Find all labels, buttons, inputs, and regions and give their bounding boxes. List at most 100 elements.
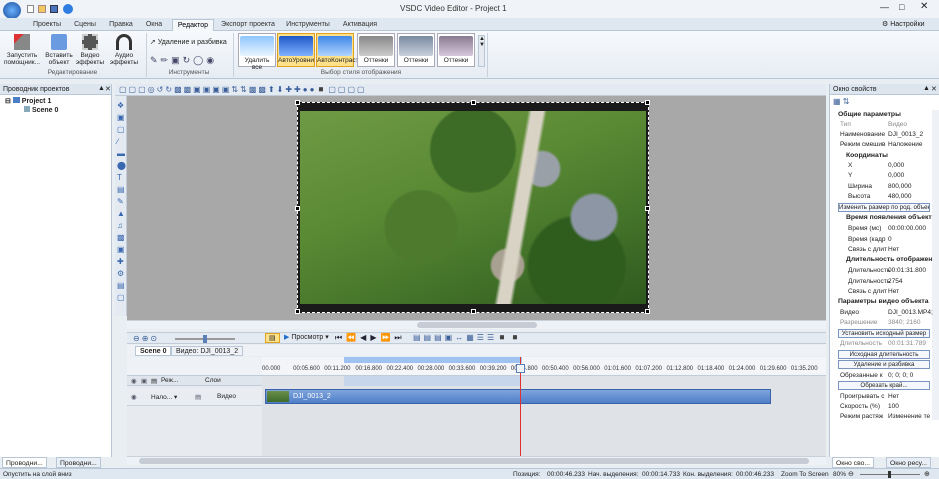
zoom-out-icon[interactable]: ⊖ — [848, 470, 854, 478]
eye-icon[interactable]: ◉ — [131, 377, 137, 385]
resize-handle[interactable] — [645, 206, 650, 211]
tool-icons[interactable]: ✎✏▣↻◯◉ — [150, 55, 217, 66]
transport-controls[interactable]: ⏮⏪◀▶⏩⏭ — [335, 333, 406, 343]
quick-new-icon[interactable] — [27, 5, 34, 13]
prop-link[interactable]: Связь с длит Нет — [838, 245, 933, 255]
tab-scenes[interactable]: Сцены — [70, 19, 100, 31]
resize-handle[interactable] — [295, 206, 300, 211]
tab-video-object[interactable]: Видео: DJI_0013_2 — [171, 346, 244, 356]
resize-handle[interactable] — [471, 100, 476, 105]
style-tint-3[interactable]: Оттенки — [437, 33, 475, 67]
prop-height[interactable]: Высота 480,000 — [838, 192, 933, 202]
timeline-ruler[interactable]: 00.000 00:05.600 00:11.200 00:16.800 00:22.4… — [262, 357, 826, 376]
style-gallery-scroll[interactable]: ▲ ▼ — [478, 35, 485, 67]
prop-link2[interactable]: Связь с длит Нет — [838, 287, 933, 297]
fit-button[interactable]: ▤ — [265, 333, 280, 343]
prop-stretch[interactable]: Режим растяж Изменение те — [838, 412, 933, 422]
zoom-in-icon[interactable]: ⊕ — [924, 470, 930, 478]
run-wizard-button[interactable]: Запустить помощник... — [2, 34, 42, 66]
appear-section[interactable]: Время появления объект — [846, 213, 939, 223]
tab-project-explorer[interactable]: Проводни... — [2, 457, 47, 468]
zoom-icons[interactable]: ⊖⊕⊙ — [133, 334, 159, 343]
audio-effects-button[interactable]: Аудио эффекты — [107, 34, 141, 66]
video-section[interactable]: Параметры видео объекта — [838, 297, 933, 307]
timeline-tool-icons[interactable]: ▤▤▤▣↔▦☰☰◾◾ — [413, 333, 523, 342]
zoom-to-screen[interactable]: Zoom To Screen — [781, 471, 829, 478]
general-section[interactable]: Общие параметры — [838, 110, 933, 120]
minimize-button[interactable]: — — [880, 2, 889, 12]
tab-objects-explorer[interactable]: Проводни... — [56, 457, 101, 468]
quick-play-icon[interactable] — [63, 4, 73, 14]
prop-duration-ms[interactable]: Длительность 00:01:31.800 — [838, 266, 933, 276]
prop-crop[interactable]: Обрезанные к 0; 0; 0; 0 — [838, 371, 933, 381]
zoom-status-thumb[interactable] — [888, 471, 891, 478]
selection-range[interactable] — [344, 357, 522, 363]
quick-save-icon[interactable] — [50, 5, 58, 13]
close-icon[interactable]: ✕ — [105, 85, 111, 93]
eye-icon[interactable]: ◉ — [131, 393, 137, 401]
zoom-slider[interactable] — [175, 335, 235, 343]
sort-icons[interactable]: ▦ ⇅ — [833, 97, 849, 106]
zoom-slider-thumb[interactable] — [203, 335, 207, 343]
prop-time-ms[interactable]: Время (мс) 00:00:00.000 — [838, 224, 933, 234]
prop-y[interactable]: Y 0,000 — [838, 171, 933, 181]
video-track-header[interactable]: ◉ Нало... ▾ ▤ Видео — [127, 388, 262, 406]
tab-resources-window[interactable]: Окно ресу... — [886, 457, 932, 468]
timeline-hscroll[interactable] — [127, 456, 826, 465]
tree-scene[interactable]: Scene 0 — [24, 106, 58, 114]
zoom-status-slider[interactable] — [860, 471, 920, 478]
set-original-size-button[interactable]: Установить исходный размер — [838, 329, 930, 338]
prop-time-frame[interactable]: Время (кадр 0 — [838, 235, 933, 245]
video-effects-button[interactable]: Видео эффекты — [75, 34, 105, 66]
style-tint-1[interactable]: Оттенки — [357, 33, 395, 67]
maximize-button[interactable]: □ — [899, 2, 904, 12]
close-icon[interactable]: ✕ — [931, 85, 937, 93]
lock-icon[interactable]: ▣ — [141, 377, 147, 385]
prop-video-file[interactable]: Видео DJI_0013.MP4; — [838, 308, 933, 318]
insert-object-button[interactable]: Вставить объект — [44, 34, 74, 66]
tab-tools[interactable]: Инструменты — [283, 19, 333, 31]
prop-width[interactable]: Ширина 800,000 — [838, 182, 933, 192]
prop-play-from[interactable]: Проигрывать с Нет — [838, 392, 933, 402]
tab-activation[interactable]: Активация — [338, 19, 382, 31]
pin-icon[interactable]: ▲ — [98, 85, 105, 92]
resize-handle[interactable] — [471, 309, 476, 314]
duration-section[interactable]: Длительность отображен — [846, 255, 939, 265]
style-remove-all[interactable]: Удалить все — [238, 33, 276, 71]
tab-edit[interactable]: Правка — [105, 19, 137, 31]
resize-handle[interactable] — [295, 309, 300, 314]
vertical-tool-icons[interactable]: ❖ ▣ ▢ ∕ ▬ ⬤ T ▤ ✎ ▲ ♫ ▩ ▣ ✚ ⚙ ▤ ▢ — [117, 100, 126, 304]
scroll-thumb[interactable] — [417, 322, 537, 328]
timeline-tracks[interactable] — [262, 376, 826, 456]
prop-duration-frame[interactable]: Длительность 2754 — [838, 277, 933, 287]
settings-button[interactable]: ⚙ Настройки — [882, 20, 925, 28]
tab-windows[interactable]: Окна — [141, 19, 167, 31]
style-auto-levels[interactable]: АвтоУровни — [277, 33, 315, 67]
playhead-handle[interactable] — [516, 364, 525, 373]
crop-edges-button[interactable]: Обрезать край... — [838, 381, 930, 390]
prop-blend[interactable]: Режим смешив Наложение — [838, 140, 933, 150]
style-auto-contrast[interactable]: АвтоКонтраст — [316, 33, 359, 67]
tab-export[interactable]: Экспорт проекта — [218, 19, 278, 31]
coords-section[interactable]: Координаты — [846, 151, 939, 161]
tab-projects[interactable]: Проекты — [30, 19, 64, 31]
delete-split-prop-button[interactable]: Удаление и разбивка — [838, 360, 930, 369]
tab-editor[interactable]: Редактор — [172, 19, 214, 31]
tab-scene0[interactable]: Scene 0 — [135, 346, 172, 356]
resize-to-parent-button[interactable]: Изменить размер по род. объекту — [838, 203, 930, 212]
resize-handle[interactable] — [295, 100, 300, 105]
resize-handle[interactable] — [645, 100, 650, 105]
close-button[interactable]: ✕ — [920, 1, 928, 12]
canvas-hscroll[interactable] — [127, 320, 826, 329]
toolbar-icons[interactable]: ▢▢▢◎↺↻▩▩▣▣▣▣⇅⇅▩▩⬆⬇✚✚●●◾▢▢▢▢ — [119, 85, 367, 94]
preview-button[interactable]: ▶ Просмотр ▾ — [284, 333, 329, 343]
resize-handle[interactable] — [645, 309, 650, 314]
style-tint-2[interactable]: Оттенки — [397, 33, 435, 67]
scroll-thumb[interactable] — [139, 458, 809, 464]
original-duration-button[interactable]: Исходная длительность — [838, 350, 930, 359]
prop-speed[interactable]: Скорость (%) 100 — [838, 402, 933, 412]
video-clip[interactable]: DJI_0013_2 — [265, 389, 771, 404]
tab-properties-window[interactable]: Окно сво... — [832, 457, 875, 468]
prop-name[interactable]: Наименование DJI_0013_2 — [838, 130, 933, 140]
video-object[interactable] — [295, 100, 650, 314]
